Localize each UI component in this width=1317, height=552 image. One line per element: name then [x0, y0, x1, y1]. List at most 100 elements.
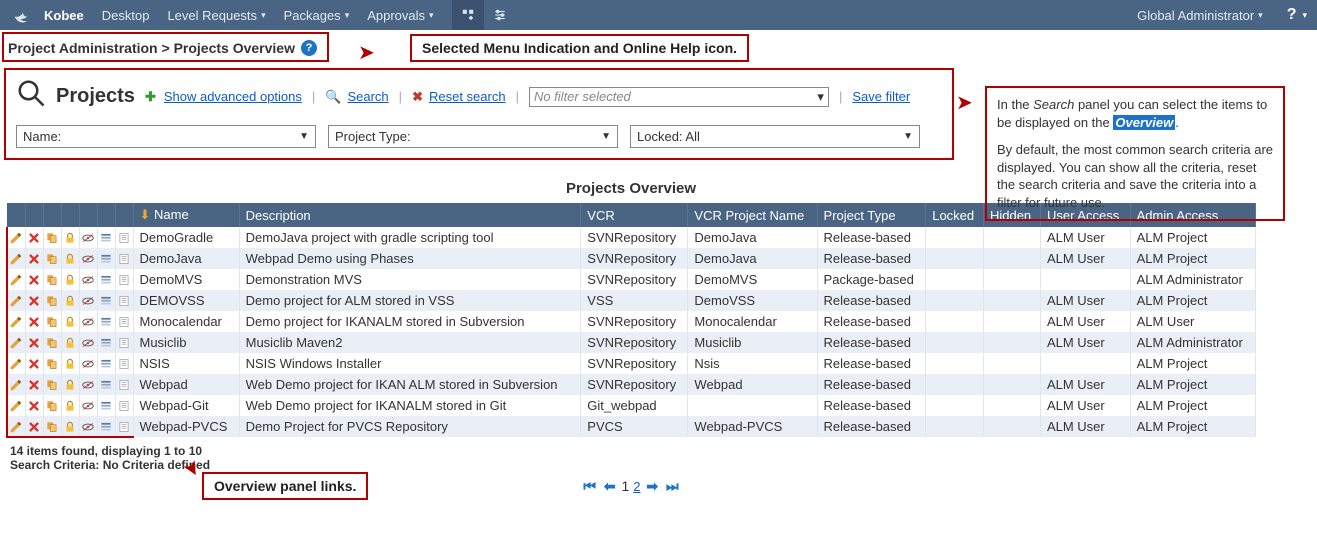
clone-icon[interactable] [43, 311, 61, 332]
pager-page-link[interactable]: 2 [633, 479, 640, 494]
hide-icon[interactable] [79, 269, 97, 290]
lock-icon[interactable] [61, 290, 79, 311]
hide-icon[interactable] [79, 311, 97, 332]
cell-name[interactable]: Webpad-Git [133, 395, 239, 416]
clone-icon[interactable] [43, 290, 61, 311]
hide-icon[interactable] [79, 395, 97, 416]
lock-icon[interactable] [61, 374, 79, 395]
name-filter[interactable]: Name: ▼ [16, 125, 316, 148]
export-icon[interactable] [115, 416, 133, 437]
delete-icon[interactable] [25, 248, 43, 269]
history-icon[interactable] [97, 290, 115, 311]
pager-first-icon[interactable]: ⏮ [583, 478, 596, 494]
edit-icon[interactable] [7, 269, 25, 290]
edit-icon[interactable] [7, 353, 25, 374]
nav-desktop[interactable]: Desktop [102, 8, 150, 23]
help-icon[interactable]: ? [1287, 6, 1297, 24]
delete-icon[interactable] [25, 395, 43, 416]
lock-icon[interactable] [61, 311, 79, 332]
history-icon[interactable] [97, 248, 115, 269]
edit-icon[interactable] [7, 395, 25, 416]
nav-approvals[interactable]: Approvals▾ [367, 8, 433, 23]
cell-name[interactable]: Musiclib [133, 332, 239, 353]
history-icon[interactable] [97, 416, 115, 437]
clone-icon[interactable] [43, 395, 61, 416]
edit-icon[interactable] [7, 416, 25, 437]
delete-icon[interactable] [25, 374, 43, 395]
cell-name[interactable]: DEMOVSS [133, 290, 239, 311]
hide-icon[interactable] [79, 227, 97, 248]
search-link[interactable]: Search [347, 89, 388, 104]
hide-icon[interactable] [79, 248, 97, 269]
hide-icon[interactable] [79, 332, 97, 353]
cell-name[interactable]: DemoJava [133, 248, 239, 269]
history-icon[interactable] [97, 332, 115, 353]
delete-icon[interactable] [25, 416, 43, 437]
col-description[interactable]: Description [239, 203, 581, 227]
filter-select[interactable]: No filter selected ▾ [529, 87, 829, 107]
export-icon[interactable] [115, 290, 133, 311]
col-name[interactable]: ⬇ Name [133, 203, 239, 227]
export-icon[interactable] [115, 353, 133, 374]
delete-icon[interactable] [25, 269, 43, 290]
cell-name[interactable]: NSIS [133, 353, 239, 374]
pager-last-icon[interactable]: ⏭ [666, 478, 679, 494]
cell-name[interactable]: Monocalendar [133, 311, 239, 332]
edit-icon[interactable] [7, 227, 25, 248]
cell-name[interactable]: DemoGradle [133, 227, 239, 248]
edit-icon[interactable] [7, 248, 25, 269]
lock-icon[interactable] [61, 353, 79, 374]
history-icon[interactable] [97, 227, 115, 248]
edit-icon[interactable] [7, 290, 25, 311]
edit-icon[interactable] [7, 332, 25, 353]
col-locked[interactable]: Locked [926, 203, 984, 227]
col-vcr[interactable]: VCR [581, 203, 688, 227]
save-filter-link[interactable]: Save filter [852, 89, 910, 104]
lock-icon[interactable] [61, 332, 79, 353]
export-icon[interactable] [115, 374, 133, 395]
lock-icon[interactable] [61, 227, 79, 248]
show-advanced-link[interactable]: Show advanced options [164, 89, 302, 104]
nav-settings-icon[interactable] [484, 0, 516, 30]
clone-icon[interactable] [43, 269, 61, 290]
lock-icon[interactable] [61, 395, 79, 416]
delete-icon[interactable] [25, 353, 43, 374]
cell-name[interactable]: Webpad-PVCS [133, 416, 239, 437]
nav-admin-icon[interactable] [452, 0, 484, 30]
edit-icon[interactable] [7, 374, 25, 395]
history-icon[interactable] [97, 269, 115, 290]
export-icon[interactable] [115, 227, 133, 248]
nav-user-menu[interactable]: Global Administrator▾ [1137, 8, 1263, 23]
pager-next-icon[interactable]: ➡ [646, 478, 658, 494]
clone-icon[interactable] [43, 353, 61, 374]
hide-icon[interactable] [79, 416, 97, 437]
clone-icon[interactable] [43, 416, 61, 437]
nav-packages[interactable]: Packages▾ [284, 8, 350, 23]
history-icon[interactable] [97, 374, 115, 395]
delete-icon[interactable] [25, 332, 43, 353]
clone-icon[interactable] [43, 332, 61, 353]
delete-icon[interactable] [25, 311, 43, 332]
delete-icon[interactable] [25, 227, 43, 248]
export-icon[interactable] [115, 311, 133, 332]
project-type-filter[interactable]: Project Type: ▼ [328, 125, 618, 148]
hide-icon[interactable] [79, 290, 97, 311]
nav-level-requests[interactable]: Level Requests▾ [167, 8, 265, 23]
online-help-icon[interactable]: ? [301, 40, 317, 56]
delete-icon[interactable] [25, 290, 43, 311]
clone-icon[interactable] [43, 227, 61, 248]
export-icon[interactable] [115, 332, 133, 353]
col-project-type[interactable]: Project Type [817, 203, 926, 227]
clone-icon[interactable] [43, 248, 61, 269]
hide-icon[interactable] [79, 353, 97, 374]
reset-search-link[interactable]: Reset search [429, 89, 506, 104]
history-icon[interactable] [97, 353, 115, 374]
pager-prev-icon[interactable]: ⬅ [604, 478, 616, 494]
history-icon[interactable] [97, 395, 115, 416]
lock-icon[interactable] [61, 416, 79, 437]
col-vcr-project[interactable]: VCR Project Name [688, 203, 817, 227]
cell-name[interactable]: Webpad [133, 374, 239, 395]
export-icon[interactable] [115, 248, 133, 269]
edit-icon[interactable] [7, 311, 25, 332]
lock-icon[interactable] [61, 248, 79, 269]
